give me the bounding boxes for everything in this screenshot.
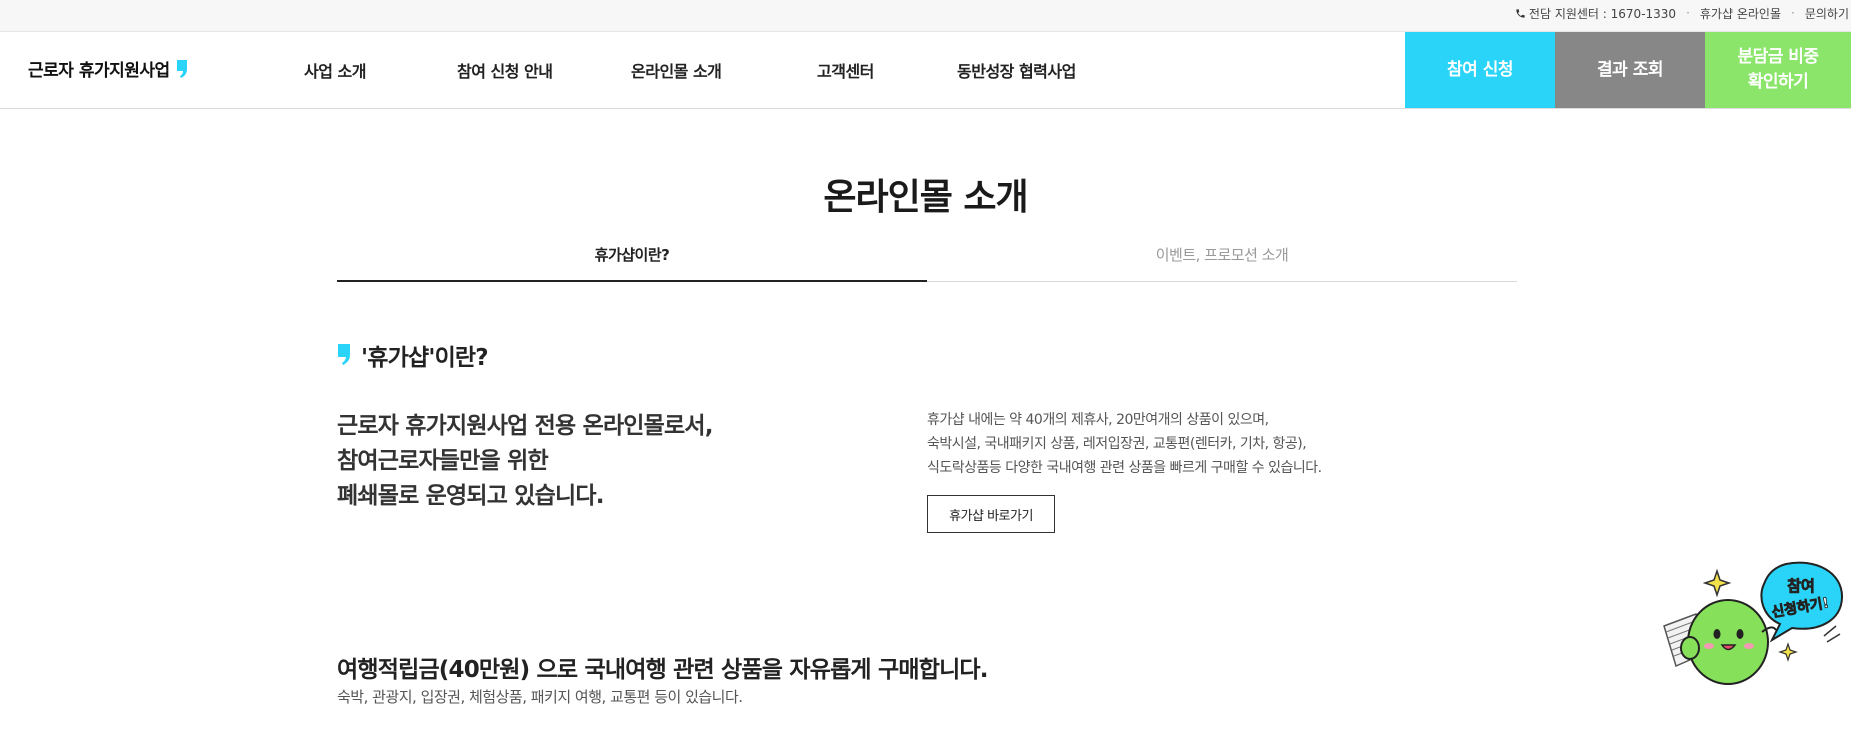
contribution-check-line1: 분담금 비중 <box>1737 47 1819 68</box>
inquiry-link[interactable]: 문의하기 <box>1805 5 1849 22</box>
result-lookup-button[interactable]: 결과 조회 <box>1555 32 1705 108</box>
floating-apply-mascot[interactable]: 참여 신청하기! <box>1660 560 1845 710</box>
phone-icon <box>1516 8 1525 18</box>
description-line: 식도락상품등 다양한 국내여행 관련 상품을 빠르게 구매할 수 있습니다. <box>927 460 1322 476</box>
nav-item-business-intro[interactable]: 사업 소개 <box>304 58 366 82</box>
mall-link[interactable]: 휴가샵 온라인몰 <box>1700 5 1781 22</box>
section-title-text: '휴가샵'이란? <box>361 345 489 371</box>
quote-mark-icon <box>176 59 187 78</box>
logo-text: 근로자 휴가지원사업 <box>28 61 170 81</box>
support-phone-label: 전담 지원센터 : 1670-1330 <box>1528 6 1677 21</box>
contribution-check-line2: 확인하기 <box>1747 72 1809 92</box>
tab-events-promotions[interactable]: 이벤트, 프로모션 소개 <box>927 240 1517 282</box>
apply-button[interactable]: 참여 신청 <box>1405 32 1555 108</box>
nav-item-online-mall[interactable]: 온라인몰 소개 <box>631 58 722 82</box>
points-title: 여행적립금(40만원) 으로 국내여행 관련 상품을 자유롭게 구매합니다. <box>337 657 989 683</box>
separator: · <box>1791 6 1795 20</box>
lead-line: 폐쇄몰로 운영되고 있습니다. <box>337 483 604 509</box>
nav-item-partnership[interactable]: 동반성장 협력사업 <box>957 58 1076 82</box>
tab-what-is-shop[interactable]: 휴가샵이란? <box>337 240 927 282</box>
content-tabs: 휴가샵이란? 이벤트, 프로모션 소개 <box>337 240 1517 282</box>
contribution-check-button[interactable]: 분담금 비중 확인하기 <box>1705 32 1851 108</box>
points-description: 숙박, 관광지, 입장권, 체험상품, 패키지 여행, 교통편 등이 있습니다. <box>337 688 743 706</box>
utility-bar: 전담 지원센터 : 1670-1330 · 휴가샵 온라인몰 · 문의하기 <box>0 0 1851 32</box>
section-title: '휴가샵'이란? <box>337 338 489 372</box>
page-title: 온라인몰 소개 <box>823 177 1028 218</box>
bubble-text-line1: 참여 <box>1787 577 1815 595</box>
separator: · <box>1686 6 1690 20</box>
quote-mark-icon <box>338 344 350 365</box>
utility-links: 전담 지원센터 : 1670-1330 · 휴가샵 온라인몰 · 문의하기 <box>1515 0 1849 26</box>
site-header: 근로자 휴가지원사업 사업 소개 참여 신청 안내 온라인몰 소개 고객센터 동… <box>0 32 1851 109</box>
site-logo[interactable]: 근로자 휴가지원사업 <box>28 56 188 81</box>
lead-line: 근로자 휴가지원사업 전용 온라인몰로서, <box>337 413 713 439</box>
nav-item-customer-center[interactable]: 고객센터 <box>817 58 874 82</box>
go-to-shop-button[interactable]: 휴가샵 바로가기 <box>927 495 1055 533</box>
description-line: 휴가샵 내에는 약 40개의 제휴사, 20만여개의 상품이 있으며, <box>927 412 1269 428</box>
lead-line: 참여근로자들만을 위한 <box>337 448 549 474</box>
mascot-illustration: 참여 신청하기! <box>1663 561 1844 685</box>
shop-description: 휴가샵 내에는 약 40개의 제휴사, 20만여개의 상품이 있으며, 숙박시설… <box>927 408 1447 480</box>
support-phone: 전담 지원센터 : 1670-1330 <box>1515 5 1676 22</box>
lead-text: 근로자 휴가지원사업 전용 온라인몰로서, 참여근로자들만을 위한 폐쇄몰로 운… <box>337 409 857 514</box>
description-line: 숙박시설, 국내패키지 상품, 레저입장권, 교통편(렌터카, 기차, 항공), <box>927 436 1307 452</box>
nav-item-application-guide[interactable]: 참여 신청 안내 <box>457 58 553 82</box>
